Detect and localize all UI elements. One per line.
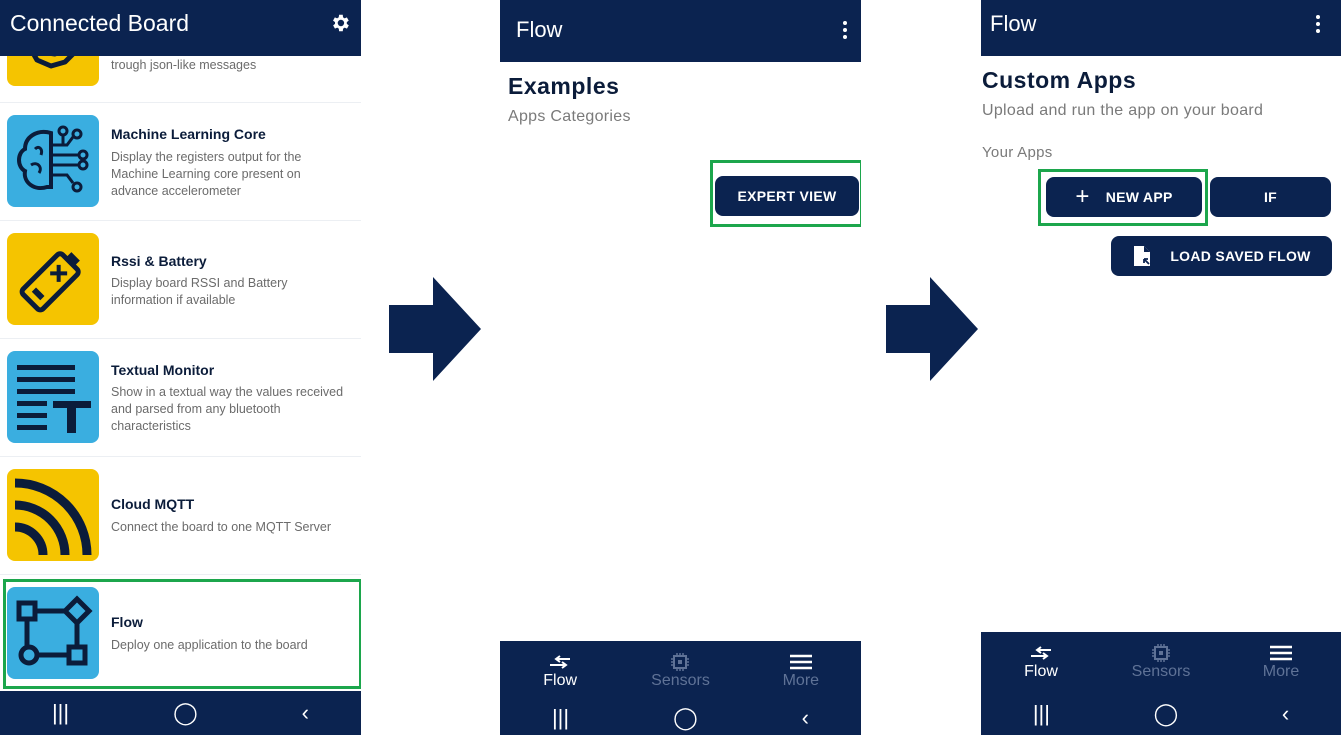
recent-apps-icon[interactable]: |||: [1033, 701, 1050, 727]
flow-arrows-icon: [1031, 646, 1051, 660]
bottom-nav: Flow Sensors More: [500, 641, 861, 701]
app-title: Flow: [990, 11, 1037, 36]
home-icon[interactable]: ◯: [173, 700, 198, 726]
nav-flow[interactable]: Flow: [500, 641, 620, 701]
menu-icon: [789, 654, 812, 670]
nav-label: Sensors: [651, 672, 710, 689]
nav-label: Sensors: [1131, 663, 1191, 680]
brain-circuit-icon: [17, 125, 89, 193]
battery-tile: [7, 233, 99, 325]
screen-custom-apps: Flow Custom Apps Upload and run the app …: [981, 0, 1341, 735]
home-icon[interactable]: ◯: [673, 705, 698, 731]
system-nav-bar: ||| ◯ ‹: [981, 692, 1341, 735]
list-item-desc: trough json-like messages: [111, 58, 257, 72]
screen-connected-board: trough json-like messages Machine Learni…: [0, 0, 361, 735]
highlight-expert-view: [710, 160, 861, 227]
menu-icon: [1270, 645, 1292, 661]
app-bar: Flow: [981, 0, 1341, 56]
app-bar: Connected Board: [0, 0, 361, 56]
page-subtitle: Apps Categories: [508, 108, 631, 125]
app-title: Flow: [516, 17, 563, 42]
page-title: Custom Apps: [982, 67, 1137, 93]
nav-more[interactable]: More: [1221, 632, 1341, 692]
list-item-cloud-mqtt[interactable]: Cloud MQTT Connect the board to one MQTT…: [0, 456, 361, 575]
nav-label: More: [1262, 663, 1300, 680]
app-bar: Flow: [500, 0, 861, 62]
mqtt-tile: [7, 469, 99, 561]
wifi-signal-icon: [14, 478, 92, 556]
bottom-nav: Flow Sensors More: [981, 632, 1341, 692]
nav-sensors[interactable]: Sensors: [1101, 632, 1221, 692]
nav-flow[interactable]: Flow: [981, 632, 1101, 692]
file-icon: [1134, 246, 1151, 266]
ml-tile: [7, 115, 99, 207]
list-item-ml-core[interactable]: Machine Learning Core Display the regist…: [0, 102, 361, 221]
your-apps-label: Your Apps: [982, 144, 1053, 161]
back-icon[interactable]: ‹: [802, 705, 809, 731]
list-item-desc: Connect the board to one MQTT Server: [111, 520, 332, 534]
screen-flow-examples: Flow Examples Apps Categories EXPERT VIE…: [500, 0, 861, 735]
list-item-title: Cloud MQTT: [111, 496, 195, 512]
nav-label: Flow: [543, 672, 578, 689]
highlight-new-app: [1038, 169, 1208, 226]
list-item-textual-monitor[interactable]: Textual Monitor Show in a textual way th…: [0, 338, 361, 457]
text-monitor-icon: [17, 365, 91, 433]
load-saved-flow-label: LOAD SAVED FLOW: [1170, 248, 1311, 264]
flow-arrows-icon: [550, 655, 571, 669]
nav-sensors[interactable]: Sensors: [620, 641, 740, 701]
system-nav-bar: ||| ◯ ‹: [0, 691, 361, 735]
page-title: Examples: [508, 73, 620, 99]
list-item-desc: Display the registers output for the Mac…: [111, 150, 302, 198]
arrow-right-icon: [886, 277, 978, 381]
list-item-title: Machine Learning Core: [111, 126, 266, 142]
list-item-title: Rssi & Battery: [111, 253, 207, 269]
text-tile: [7, 351, 99, 443]
gear-icon[interactable]: [329, 12, 351, 34]
list-item-rssi-battery[interactable]: Rssi & Battery Display board RSSI and Ba…: [0, 220, 361, 339]
page-subtitle: Upload and run the app on your board: [982, 102, 1264, 119]
arrow-right-icon: [389, 277, 481, 381]
back-icon[interactable]: ‹: [302, 700, 309, 726]
system-nav-bar: ||| ◯ ‹: [500, 701, 861, 735]
load-saved-flow-button[interactable]: LOAD SAVED FLOW: [1111, 236, 1332, 276]
battery-icon: [19, 251, 81, 313]
nav-label: Flow: [1024, 663, 1058, 680]
overflow-menu-icon[interactable]: [1316, 15, 1320, 36]
highlight-flow-item: [3, 579, 361, 689]
nav-label: More: [782, 672, 820, 689]
app-title: Connected Board: [10, 10, 190, 36]
overflow-menu-icon[interactable]: [843, 21, 847, 42]
back-icon[interactable]: ‹: [1282, 701, 1289, 727]
chip-icon: [671, 653, 690, 671]
nav-more[interactable]: More: [741, 641, 861, 701]
list-item-desc: Display board RSSI and Battery informati…: [111, 276, 288, 307]
list-item-title: Textual Monitor: [111, 362, 215, 378]
recent-apps-icon[interactable]: |||: [552, 705, 569, 731]
home-icon[interactable]: ◯: [1154, 701, 1179, 727]
if-button[interactable]: IF: [1210, 177, 1331, 217]
list-item-desc: Show in a textual way the values receive…: [111, 385, 344, 433]
recent-apps-icon[interactable]: |||: [52, 700, 69, 726]
chip-icon: [1152, 644, 1170, 662]
